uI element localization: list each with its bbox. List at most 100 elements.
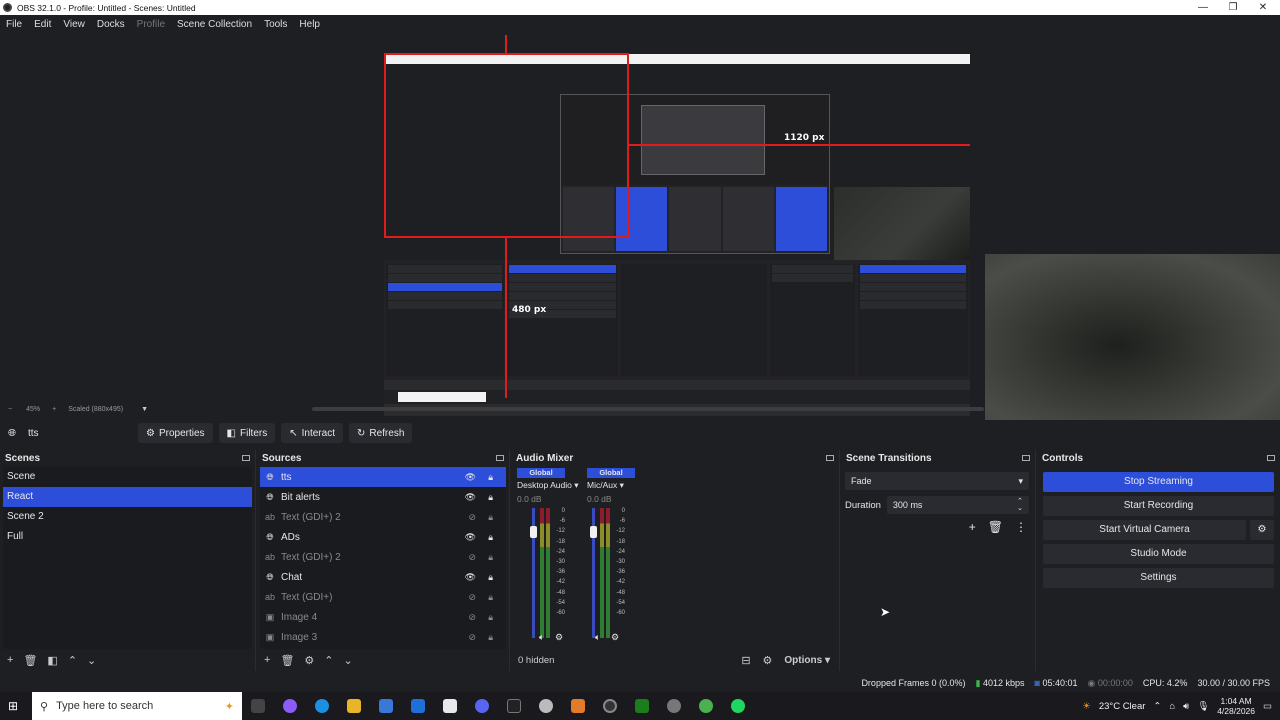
weather-text[interactable]: 23°C Clear [1099,701,1146,712]
eye-icon[interactable]: 👁︎ [465,492,476,503]
network-icon[interactable]: ⌂ [1169,701,1175,712]
properties-button[interactable]: ⚙ Properties [138,423,213,443]
eye-icon[interactable]: 👁︎ [465,532,476,543]
taskbar-search[interactable]: ⚲ Type here to search ✦ [32,692,242,720]
add-transition-icon[interactable]: + [969,520,976,534]
xbox-icon[interactable] [635,699,649,713]
fader-knob[interactable] [530,526,537,538]
webcam-source[interactable] [985,254,1280,420]
channel-name[interactable]: Mic/Aux ▾ [587,478,647,492]
menu-view[interactable]: View [57,19,91,30]
add-source-icon[interactable]: + [264,654,270,666]
source-item[interactable]: ab Text (GDI+) ⊘ 🔒︎ [260,587,506,607]
menu-file[interactable]: File [0,19,28,30]
channel-name[interactable]: Desktop Audio ▾ [517,478,578,492]
spotify-icon[interactable] [731,699,745,713]
source-item[interactable]: ▣ Image 4 ⊘ 🔒︎ [260,607,506,627]
stop-streaming-button[interactable]: Stop Streaming [1043,472,1274,492]
source-item[interactable]: ▣ Image 3 ⊘ 🔒︎ [260,627,506,647]
mixer-advanced-icon[interactable]: ⚙ [763,654,773,667]
remove-scene-icon[interactable]: 🗑︎ [23,654,37,667]
source-properties-icon[interactable]: ⚙ [304,654,314,667]
menu-profile[interactable]: Profile [131,19,171,30]
windows-start-icon[interactable]: ⊞ [8,699,18,713]
clock[interactable]: 1:04 AM 4/28/2026 [1217,696,1255,716]
lock-icon[interactable]: 🔒︎ [488,632,493,643]
task-view-icon[interactable] [251,699,265,713]
more-options-icon[interactable]: ⋮ [1015,520,1027,534]
source-item[interactable]: 🌐︎ Chat 👁︎ 🔒︎ [260,567,506,587]
move-up-icon[interactable]: ⌃ [68,654,77,667]
channel-settings-icon[interactable]: ⚙ [555,632,563,643]
add-scene-icon[interactable]: + [7,654,13,666]
settings-button[interactable]: Settings [1043,568,1274,588]
volume-icon[interactable]: 🔊︎ [1183,701,1189,712]
remove-transition-icon[interactable]: 🗑︎ [988,520,1003,534]
lock-icon[interactable]: 🔒︎ [488,572,493,583]
menu-tools[interactable]: Tools [258,19,293,30]
eye-hidden-icon[interactable]: ⊘ [468,512,476,523]
lock-icon[interactable]: 🔒︎ [488,492,493,503]
program-preview[interactable]: 1120 px 480 px [0,33,1280,420]
eye-icon[interactable]: 👁︎ [465,572,476,583]
scene-item[interactable]: Scene 2 [3,507,252,527]
outlook-icon[interactable] [411,699,425,713]
filters-button[interactable]: ◧ Filters [218,423,276,443]
fader-knob[interactable] [590,526,597,538]
zoom-in-button[interactable]: + [52,406,56,413]
lock-icon[interactable]: 🔒︎ [488,512,493,523]
start-virtual-camera-button[interactable]: Start Virtual Camera [1043,520,1246,540]
lock-icon[interactable]: 🔒︎ [488,472,493,483]
transition-select[interactable]: Fade ▾ [845,472,1029,490]
lock-icon[interactable]: 🔒︎ [488,592,493,603]
lock-icon[interactable]: 🔒︎ [488,552,493,563]
virtual-camera-settings-icon[interactable]: ⚙ [1250,520,1274,540]
scene-filters-icon[interactable]: ◧ [47,654,57,667]
float-dock-icon[interactable] [242,455,250,461]
media-icon[interactable] [507,699,521,713]
eye-hidden-icon[interactable]: ⊘ [468,592,476,603]
scene-item[interactable]: Full [3,527,252,547]
speaker-icon[interactable]: 🔈︎ [595,632,600,643]
copilot-icon[interactable] [283,699,297,713]
source-item[interactable]: ab Text (GDI+) 2 ⊘ 🔒︎ [260,547,506,567]
duration-spinbox[interactable]: 300 ms ⌃ ⌄ [886,496,1029,514]
studio-mode-button[interactable]: Studio Mode [1043,544,1274,564]
float-dock-icon[interactable] [1267,455,1275,461]
settings-icon[interactable] [667,699,681,713]
menu-scene-collection[interactable]: Scene Collection [171,19,258,30]
source-item[interactable]: ab Text (GDI+) 2 ⊘ 🔒︎ [260,507,506,527]
lock-icon[interactable]: 🔒︎ [488,532,493,543]
refresh-button[interactable]: ↻ Refresh [348,423,413,443]
move-up-icon[interactable]: ⌃ [324,654,333,667]
menu-docks[interactable]: Docks [91,19,131,30]
scene-item[interactable]: React [3,487,252,507]
float-dock-icon[interactable] [496,455,504,461]
discord-icon[interactable] [475,699,489,713]
menu-help[interactable]: Help [293,19,326,30]
move-down-icon[interactable]: ⌄ [344,654,353,667]
razer-icon[interactable] [699,699,713,713]
minimize-button[interactable]: — [1188,0,1218,15]
menu-edit[interactable]: Edit [28,19,57,30]
speaker-icon[interactable]: 🔈︎ [539,632,544,643]
notepad-icon[interactable] [443,699,457,713]
notifications-icon[interactable]: ▭ [1263,701,1272,712]
source-item[interactable]: 🌐︎ tts 👁︎ 🔒︎ [260,467,506,487]
eye-hidden-icon[interactable]: ⊘ [468,552,476,563]
eye-icon[interactable]: 👁︎ [465,472,476,483]
interact-button[interactable]: ↖ Interact [281,423,343,443]
scene-item[interactable]: Scene [3,467,252,487]
lock-icon[interactable]: 🔒︎ [488,612,493,623]
edge-icon[interactable] [315,699,329,713]
mic-icon[interactable]: 🎙︎ [1197,701,1209,712]
app-icon[interactable] [571,699,585,713]
chevron-up-icon[interactable]: ⌃ [1153,701,1161,712]
selection-box[interactable] [384,53,629,238]
file-explorer-icon[interactable] [347,699,361,713]
close-button[interactable]: ✕ [1248,0,1278,15]
float-dock-icon[interactable] [1022,455,1030,461]
eye-hidden-icon[interactable]: ⊘ [468,632,476,643]
store-icon[interactable] [379,699,393,713]
channel-settings-icon[interactable]: ⚙ [611,632,619,643]
